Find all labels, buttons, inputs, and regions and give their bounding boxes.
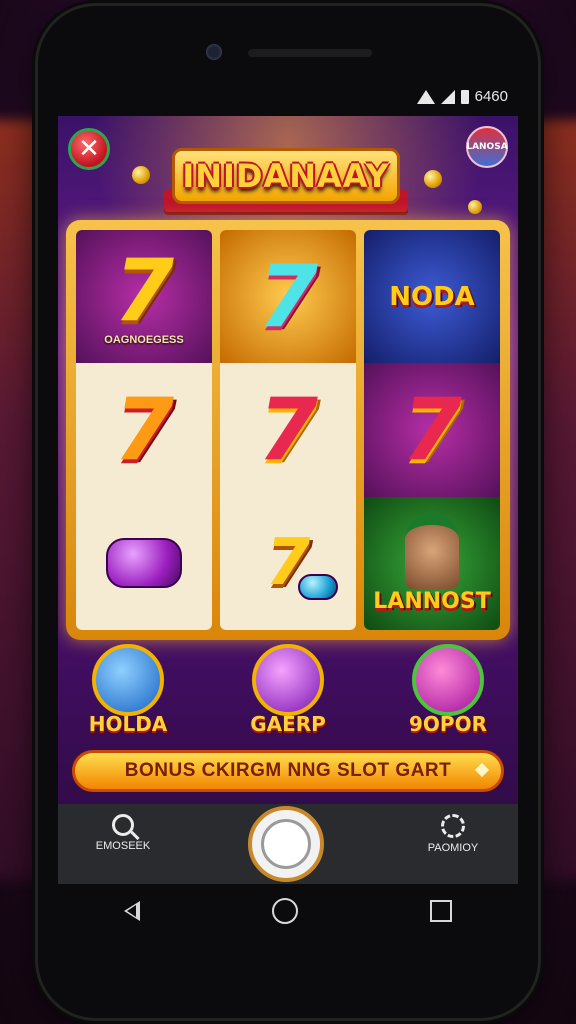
- bonus-cta-button[interactable]: BONUS CKIRGM NNG SLOT GART: [72, 750, 504, 792]
- search-icon: [112, 814, 134, 836]
- green-medal-icon: [412, 644, 484, 716]
- back-icon[interactable]: [124, 901, 140, 921]
- search-button[interactable]: EMOSEEK: [78, 814, 168, 852]
- reel-symbol: 7 OAGNOEGESS: [76, 230, 212, 364]
- game-title-banner: INIDANAAY: [158, 142, 414, 212]
- title-plate: INIDANAAY: [172, 148, 400, 204]
- reel-symbol: [76, 497, 212, 630]
- reel-symbol: 7: [220, 363, 356, 496]
- medal-label: HOLDA: [88, 712, 168, 736]
- status-time: 6460: [474, 88, 508, 105]
- reel-symbol: 7: [364, 363, 500, 497]
- seven-symbol-icon: 7: [114, 240, 174, 341]
- reel-3: NODA 7 LANNOST: [364, 230, 500, 630]
- signal-icon: [440, 89, 455, 104]
- settings-label: PAOMIOY: [427, 842, 479, 854]
- medal-button[interactable]: 9OPOR: [398, 642, 498, 742]
- search-label: EMOSEEK: [95, 840, 151, 852]
- diamond-icon: [474, 762, 490, 778]
- medal-button[interactable]: HOLDA: [78, 642, 178, 742]
- reel-2: 7 7 7: [220, 230, 356, 630]
- seven-symbol-icon: 7: [114, 379, 174, 480]
- blue-gem-icon: [298, 573, 338, 600]
- status-icons: 6460: [416, 88, 508, 105]
- bonus-medals: HOLDA GAERP 9OPOR: [78, 642, 498, 742]
- medal-label: 9OPOR: [409, 712, 487, 736]
- camera-bottom-bar: EMOSEEK PAOMIOY: [58, 804, 518, 884]
- coin-icon: [424, 170, 442, 188]
- reel-symbol: LANNOST: [364, 496, 500, 630]
- earpiece-speaker: [248, 49, 372, 57]
- game-screen: ✕ LANOSA INIDANAAY 7 OAGNOEGESS 7 7 7 7 …: [58, 116, 518, 884]
- blue-medal-icon: [92, 644, 164, 716]
- reel-symbol: NODA: [364, 230, 500, 364]
- gear-icon: [441, 814, 465, 838]
- recent-apps-icon[interactable]: [430, 900, 452, 922]
- purple-gem-icon: [106, 538, 182, 589]
- seven-symbol-icon: 7: [258, 246, 318, 347]
- reel-symbol: 7: [220, 230, 356, 364]
- seven-symbol-icon: 7: [402, 379, 462, 480]
- slot-reels-frame: 7 OAGNOEGESS 7 7 7 7 NODA 7 LANNOST: [66, 220, 510, 640]
- symbol-word: NODA: [389, 281, 475, 312]
- purple-medal-icon: [252, 644, 324, 716]
- reel-symbol: 7: [220, 497, 356, 630]
- seven-symbol-icon: 7: [258, 379, 318, 480]
- status-bar: 6460: [60, 86, 516, 114]
- coin-icon: [468, 200, 482, 214]
- home-icon[interactable]: [272, 898, 298, 924]
- shutter-button[interactable]: [248, 806, 324, 882]
- slot-reels: 7 OAGNOEGESS 7 7 7 7 NODA 7 LANNOST: [76, 230, 500, 630]
- medal-label: GAERP: [250, 712, 326, 736]
- wifi-icon: [416, 89, 435, 104]
- reel-symbol: 7: [76, 363, 212, 496]
- system-nav-bar: [58, 886, 518, 936]
- symbol-word: LANNOST: [373, 588, 491, 614]
- character-icon: [405, 512, 459, 589]
- symbol-caption: OAGNOEGESS: [104, 333, 184, 346]
- close-icon: ✕: [78, 134, 100, 164]
- coin-icon: [132, 166, 150, 184]
- front-camera: [206, 44, 222, 60]
- profile-badge-button[interactable]: LANOSA: [466, 126, 508, 168]
- battery-icon: [460, 89, 469, 104]
- badge-text: LANOSA: [466, 142, 508, 152]
- shutter-icon: [261, 819, 311, 869]
- reel-1: 7 OAGNOEGESS 7: [76, 230, 212, 630]
- cta-label: BONUS CKIRGM NNG SLOT GART: [124, 760, 452, 781]
- medal-button[interactable]: GAERP: [238, 642, 338, 742]
- game-title: INIDANAAY: [182, 157, 390, 195]
- settings-button[interactable]: PAOMIOY: [408, 814, 498, 854]
- phone-frame: 6460 ✕ LANOSA INIDANAAY 7 OAGNOEGESS 7 7…: [38, 6, 538, 1018]
- close-button[interactable]: ✕: [68, 128, 110, 170]
